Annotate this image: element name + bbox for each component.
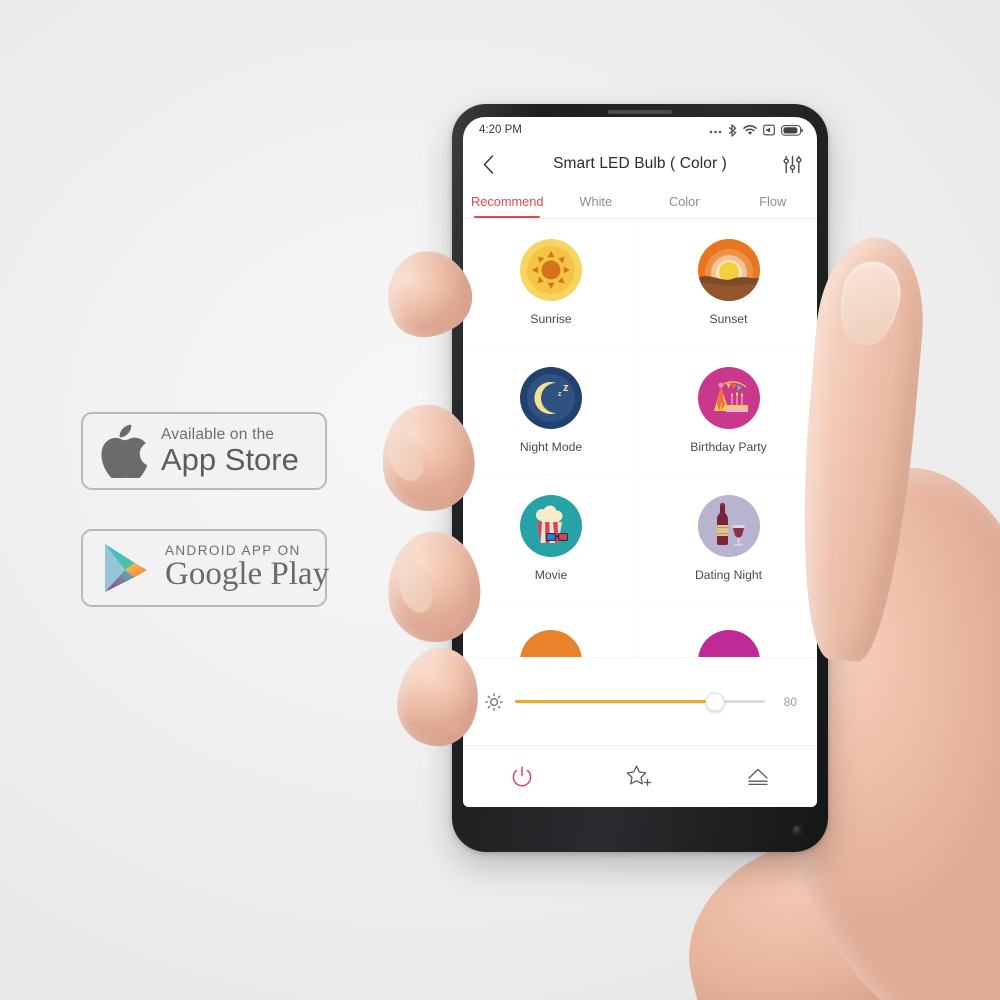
tab-white-label: White	[579, 194, 613, 209]
scene-item-night-mode[interactable]: z z Night Mode	[463, 347, 640, 475]
tab-recommend-label: Recommend	[470, 194, 544, 209]
tab-color[interactable]: Color	[640, 185, 729, 218]
birthday-party-icon	[697, 367, 760, 429]
brightness-icon	[485, 692, 503, 711]
smartphone-device: 4:20 PM Smart LED Bulb (Color) Recomme…	[452, 104, 828, 852]
partial-magenta-icon	[697, 630, 760, 657]
scene-item-movie[interactable]: Movie	[463, 475, 640, 603]
sunrise-icon	[520, 239, 582, 301]
tab-color-label: Color	[668, 194, 700, 209]
brightness-value: 80	[783, 694, 797, 709]
brightness-control: 80	[463, 657, 817, 745]
scene-item-sunrise[interactable]: Sunrise	[463, 219, 640, 347]
dating-night-icon	[697, 495, 760, 557]
scene-label-dating-night: Dating Night	[694, 568, 763, 582]
scene-grid: Sunrise Sunset z z Night Mode Birthday P…	[463, 219, 817, 657]
bottom-toolbar	[463, 745, 817, 807]
wifi-icon	[743, 125, 757, 135]
bluetooth-icon	[729, 123, 737, 137]
google-play-icon	[105, 544, 147, 592]
scene-item-partial-right[interactable]	[640, 603, 817, 657]
silent-mode-icon	[763, 124, 775, 136]
night-mode-icon: z z	[520, 367, 582, 429]
movie-icon	[520, 495, 582, 557]
mode-tabs: Recommend White Color Flow	[463, 185, 817, 219]
favorite-button[interactable]	[581, 764, 699, 790]
scene-label-birthday-party: Birthday Party	[690, 440, 767, 454]
app-store-badge-top: Available on the	[161, 425, 275, 443]
sliders-icon	[783, 155, 802, 173]
scene-label-movie: Movie	[534, 568, 568, 582]
scene-label-night-mode: Night Mode	[519, 440, 583, 454]
eject-icon	[748, 768, 768, 785]
product-marketing-scene: Available on the App Store ANDROID APP O…	[0, 0, 1000, 1000]
brightness-slider-fill	[515, 700, 715, 703]
chevron-left-icon	[483, 154, 493, 174]
status-icons	[709, 123, 803, 137]
brightness-slider[interactable]	[515, 692, 765, 711]
power-icon	[512, 765, 532, 786]
status-time: 4:20 PM	[479, 124, 522, 136]
tab-flow-label: Flow	[759, 194, 787, 209]
battery-icon	[781, 124, 803, 136]
star-plus-icon	[626, 765, 652, 786]
partial-orange-icon	[520, 630, 582, 657]
front-camera-icon	[793, 826, 802, 835]
share-button[interactable]	[699, 765, 817, 789]
settings-button[interactable]	[779, 151, 805, 177]
sunset-icon	[697, 239, 760, 301]
scene-item-birthday-party[interactable]: Birthday Party	[640, 347, 817, 475]
scene-label-sunset: Sunset	[709, 312, 748, 326]
apple-icon	[101, 424, 147, 478]
scene-label-sunrise: Sunrise	[530, 312, 572, 326]
google-play-badge-label: Google Play	[165, 556, 330, 593]
brightness-slider-knob[interactable]	[705, 692, 725, 711]
back-button[interactable]	[475, 151, 501, 177]
ellipsis-icon	[709, 130, 722, 134]
scene-item-sunset[interactable]: Sunset	[640, 219, 817, 347]
tab-white[interactable]: White	[552, 185, 641, 218]
page-title: Smart LED Bulb ( Color )	[553, 155, 727, 172]
google-play-badge[interactable]: ANDROID APP ON Google Play	[81, 529, 330, 607]
app-store-badge[interactable]: Available on the App Store	[81, 412, 327, 490]
phone-screen: 4:20 PM Smart LED Bulb (Color) Recomme…	[463, 117, 817, 807]
scene-item-dating-night[interactable]: Dating Night	[640, 475, 817, 603]
power-button[interactable]	[463, 764, 581, 790]
scene-item-partial-left[interactable]	[463, 603, 640, 657]
svg-text:z: z	[558, 391, 562, 398]
app-store-badge-label: App Store	[161, 441, 299, 477]
status-bar: 4:20 PM	[463, 117, 817, 143]
tab-flow[interactable]: Flow	[729, 185, 818, 218]
tab-recommend[interactable]: Recommend	[463, 185, 552, 218]
svg-text:z: z	[563, 382, 569, 394]
scene-list[interactable]: Sunrise Sunset z z Night Mode Birthday P…	[463, 219, 817, 657]
app-bar: Smart LED Bulb ( Color )	[463, 143, 817, 185]
